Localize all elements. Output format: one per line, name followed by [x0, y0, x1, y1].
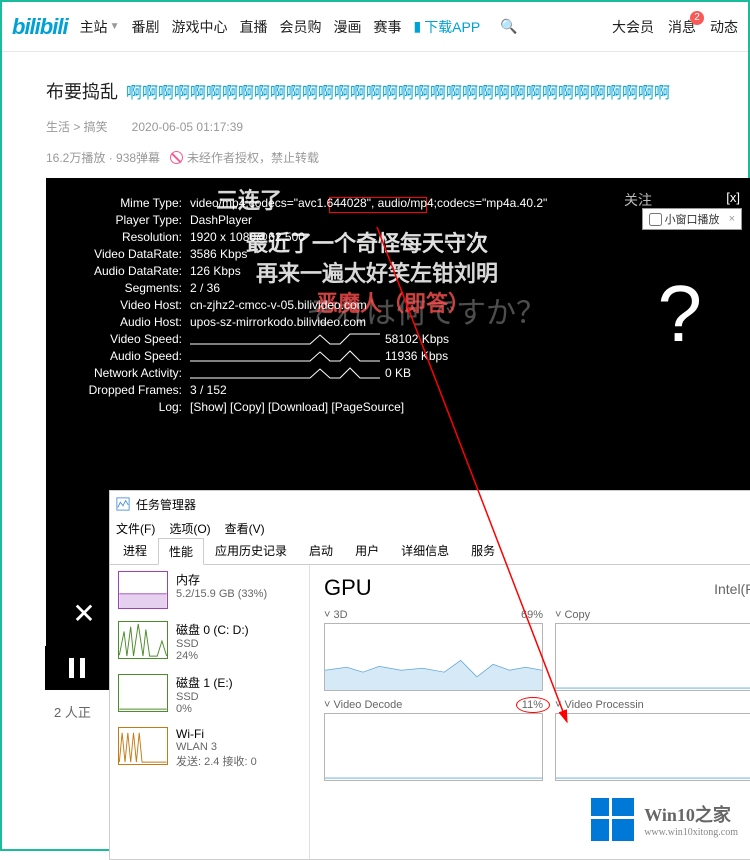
- popup-close[interactable]: ×: [729, 213, 735, 225]
- watermark: Win10之家 www.win10xitong.com: [585, 794, 744, 845]
- stat-label: Log:: [60, 400, 190, 414]
- bilibili-logo[interactable]: bilibili: [12, 14, 68, 40]
- stat-value: 126 Kbps: [190, 264, 722, 278]
- chart-3d[interactable]: ˅ 3D69%: [324, 609, 543, 691]
- video-title: 布要捣乱: [46, 78, 118, 104]
- player-close-icon[interactable]: ✕: [60, 589, 108, 637]
- chart-copy[interactable]: ˅ Copy: [555, 609, 750, 691]
- stat-label: Video Speed:: [60, 332, 190, 346]
- stat-label: Video DataRate:: [60, 247, 190, 261]
- tab-startup[interactable]: 启动: [298, 537, 344, 564]
- stat-label: Video Host:: [60, 298, 190, 312]
- no-repost-notice: 未经作者授权，禁止转载: [170, 149, 319, 166]
- stat-label: Audio Speed:: [60, 349, 190, 363]
- tab-services[interactable]: 服务: [460, 537, 506, 564]
- sidebar-item-wifi[interactable]: Wi-FiWLAN 3发送: 2.4 接收: 0: [110, 721, 309, 775]
- stat-label: Player Type:: [60, 213, 190, 227]
- stat-label: Segments:: [60, 281, 190, 295]
- tab-details[interactable]: 详细信息: [390, 537, 460, 564]
- pause-icon: [68, 658, 86, 678]
- chevron-down-icon: ▼: [110, 21, 120, 32]
- player-pause-button[interactable]: [45, 646, 109, 690]
- video-stats-panel: Mime Type:video/mp4;codecs="avc1.644028"…: [60, 196, 722, 417]
- nav-anime[interactable]: 番剧: [131, 17, 159, 37]
- tab-processes[interactable]: 进程: [112, 537, 158, 564]
- stat-value: cn-zjhz2-cmcc-v-05.bilivideo.com: [190, 298, 722, 312]
- breadcrumb[interactable]: 生活 > 搞笑 2020-06-05 01:17:39: [46, 118, 718, 135]
- taskmgr-tabs: 进程 性能 应用历史记录 启动 用户 详细信息 服务: [110, 539, 750, 565]
- nav-game[interactable]: 游戏中心: [171, 17, 227, 37]
- nav-manga[interactable]: 漫画: [333, 17, 361, 37]
- stat-value: upos-sz-mirrorkodo.bilivideo.com: [190, 315, 722, 329]
- stat-label: Resolution:: [60, 230, 190, 244]
- speed-graph: [190, 332, 380, 346]
- stat-label: Network Activity:: [60, 366, 190, 380]
- forbid-icon: [170, 151, 183, 164]
- taskmgr-sidebar: 内存5.2/15.9 GB (33%) 磁盘 0 (C: D:)SSD24% 磁…: [110, 565, 310, 859]
- nav-links: 主站▼ 番剧 游戏中心 直播 会员购 漫画 赛事 ▮下载APP 🔍: [80, 17, 518, 37]
- nav-home[interactable]: 主站▼: [80, 17, 120, 37]
- view-count: 16.2万播放 · 938弹幕: [46, 149, 160, 166]
- small-window-popup: 小窗口播放 ×: [642, 208, 742, 230]
- nav-dynamic[interactable]: 动态: [710, 17, 738, 37]
- nav-right: 大会员 消息2 动态: [612, 17, 738, 37]
- popup-label: 小窗口播放: [665, 211, 720, 227]
- speed-graph: [190, 349, 380, 363]
- stat-value: 2 / 36: [190, 281, 722, 295]
- stat-value: 3 / 152: [190, 383, 722, 397]
- nav-messages[interactable]: 消息2: [668, 17, 696, 37]
- taskmgr-titlebar[interactable]: 任务管理器: [110, 491, 750, 517]
- chart-video-processing[interactable]: ˅ Video Processin: [555, 699, 750, 781]
- log-actions[interactable]: [Show] [Copy] [Download] [PageSource]: [190, 400, 722, 414]
- stat-label: Audio Host:: [60, 315, 190, 329]
- nav-shop[interactable]: 会员购: [279, 17, 321, 37]
- msg-badge: 2: [690, 11, 704, 25]
- stat-value: 3586 Kbps: [190, 247, 722, 261]
- taskmgr-menu: 文件(F) 选项(O) 查看(V): [110, 517, 750, 539]
- stats-close[interactable]: [x]: [726, 190, 740, 205]
- nav-live[interactable]: 直播: [239, 17, 267, 37]
- stat-label: Audio DataRate:: [60, 264, 190, 278]
- stat-value: 0 KB: [385, 366, 411, 380]
- video-stats: 16.2万播放 · 938弹幕 未经作者授权，禁止转载: [46, 149, 718, 166]
- tab-users[interactable]: 用户: [344, 537, 390, 564]
- small-window-checkbox[interactable]: [649, 213, 662, 226]
- gpu-title: GPU: [324, 575, 750, 601]
- tab-history[interactable]: 应用历史记录: [204, 537, 298, 564]
- nav-vip[interactable]: 大会员: [612, 17, 654, 37]
- title-row: 布要捣乱 啊啊啊啊啊啊啊啊啊啊啊啊啊啊啊啊啊啊啊啊啊啊啊啊啊啊啊啊啊啊啊啊啊啊: [46, 78, 718, 104]
- menu-view[interactable]: 查看(V): [225, 520, 265, 537]
- taskmgr-icon: [116, 497, 130, 511]
- video-title-suffix: 啊啊啊啊啊啊啊啊啊啊啊啊啊啊啊啊啊啊啊啊啊啊啊啊啊啊啊啊啊啊啊啊啊啊: [126, 79, 670, 103]
- stat-label: Mime Type:: [60, 196, 190, 210]
- stat-value: 1920 x 1080@62.500: [190, 230, 722, 244]
- stat-label: Dropped Frames:: [60, 383, 190, 397]
- taskmgr-title-text: 任务管理器: [136, 496, 196, 513]
- sidebar-item-disk0[interactable]: 磁盘 0 (C: D:)SSD24%: [110, 615, 309, 668]
- download-app-link[interactable]: ▮下载APP: [413, 17, 480, 37]
- nav-match[interactable]: 赛事: [373, 17, 401, 37]
- tab-performance[interactable]: 性能: [158, 538, 204, 565]
- sidebar-item-memory[interactable]: 内存5.2/15.9 GB (33%): [110, 565, 309, 615]
- menu-file[interactable]: 文件(F): [116, 520, 155, 537]
- search-icon[interactable]: 🔍: [500, 18, 517, 35]
- stat-value: 11936 Kbps: [385, 349, 448, 363]
- stat-value: 58102 Kbps: [385, 332, 449, 346]
- menu-options[interactable]: 选项(O): [169, 520, 210, 537]
- chart-video-decode[interactable]: ˅ Video Decode11%: [324, 699, 543, 781]
- gpu-name: Intel(R) U: [714, 581, 750, 597]
- viewers-count: 2 人正: [54, 702, 91, 721]
- phone-icon: ▮: [413, 18, 421, 35]
- highlight-circle: [516, 697, 550, 713]
- speed-graph: [190, 366, 380, 380]
- windows-logo-icon: [591, 798, 634, 841]
- sidebar-item-disk1[interactable]: 磁盘 1 (E:)SSD0%: [110, 668, 309, 721]
- top-nav: bilibili 主站▼ 番剧 游戏中心 直播 会员购 漫画 赛事 ▮下载APP…: [2, 2, 748, 52]
